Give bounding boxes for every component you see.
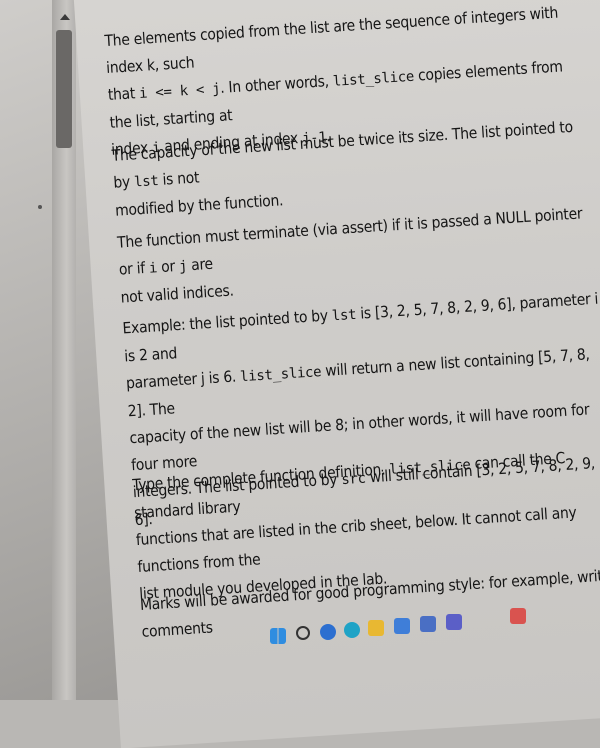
- text-run: or: [156, 256, 180, 277]
- scrollbar-thumb[interactable]: [56, 30, 72, 148]
- text-run: that: [107, 84, 140, 104]
- app-icon[interactable]: [510, 608, 526, 624]
- code-run: lst: [133, 173, 159, 191]
- scroll-up-icon[interactable]: [60, 14, 70, 20]
- windows-icon[interactable]: [270, 628, 286, 644]
- text-run: parameter j is 6.: [125, 367, 241, 393]
- code-run: i <= k < j: [138, 80, 221, 103]
- text-run: is not: [157, 168, 200, 189]
- file-explorer-icon[interactable]: [368, 620, 384, 636]
- text-run: are: [186, 254, 214, 275]
- screen-dust-dot: [38, 205, 42, 209]
- text-run: Example: the list pointed to by: [122, 306, 333, 338]
- text-run: . In other words,: [219, 71, 334, 97]
- store-icon[interactable]: [394, 618, 410, 634]
- code-run: lst: [331, 306, 357, 325]
- mail-icon[interactable]: [420, 616, 436, 632]
- text-run: not valid indices.: [120, 281, 235, 307]
- code-run: list_slice: [239, 364, 322, 386]
- teams-icon[interactable]: [446, 614, 462, 630]
- code-run: list_slice: [388, 456, 471, 479]
- text-run: modified by the function.: [114, 191, 284, 220]
- edge-icon[interactable]: [344, 622, 360, 638]
- task-view-icon[interactable]: [320, 624, 336, 640]
- code-run: list_slice: [332, 68, 415, 90]
- search-icon[interactable]: [296, 626, 310, 640]
- taskbar: [270, 608, 590, 648]
